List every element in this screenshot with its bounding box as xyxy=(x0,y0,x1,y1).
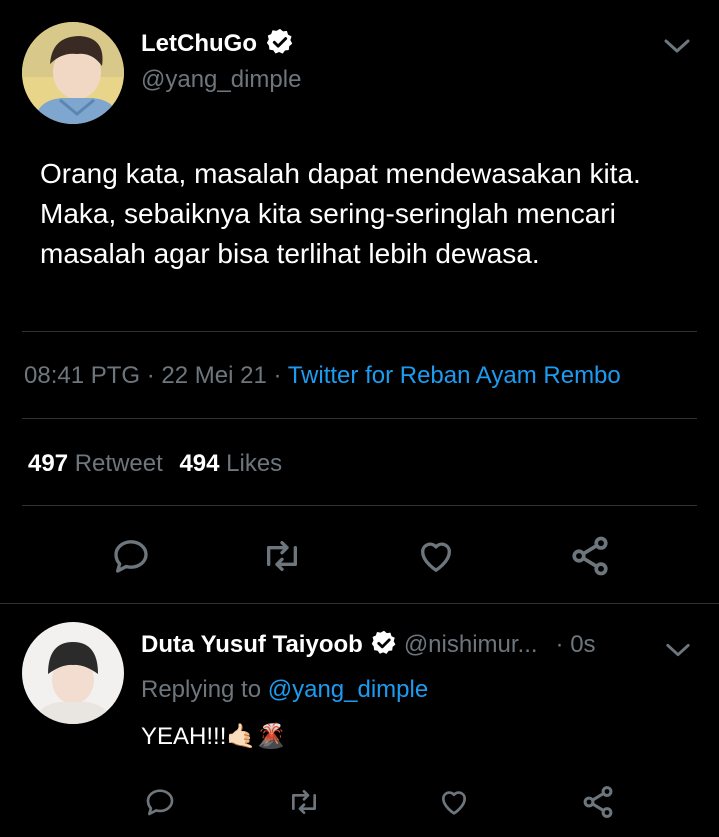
divider xyxy=(22,505,697,506)
replying-to-line: Replying to @yang_dimple xyxy=(141,676,428,704)
retweet-stat[interactable]: 497 Retweet xyxy=(28,450,169,477)
author-handle[interactable]: @yang_dimple xyxy=(141,66,301,94)
author-name-row: LetChuGo xyxy=(141,28,295,60)
retweet-icon[interactable] xyxy=(286,786,322,818)
share-icon[interactable] xyxy=(580,784,616,820)
likes-count: 494 xyxy=(179,450,220,477)
chevron-down-icon[interactable] xyxy=(662,36,692,56)
likes-stat[interactable]: 494 Likes xyxy=(179,450,282,477)
retweet-icon[interactable] xyxy=(260,536,304,576)
retweet-count: 497 xyxy=(28,450,69,477)
chevron-down-icon[interactable] xyxy=(664,640,692,660)
tweet-text: Orang kata, masalah dapat mendewasakan k… xyxy=(40,158,641,269)
retweet-label: Retweet xyxy=(74,450,163,477)
likes-label: Likes xyxy=(226,450,283,477)
reply-author-handle[interactable]: @nishimur... xyxy=(404,631,538,659)
meta-separator: · xyxy=(146,362,155,389)
share-icon[interactable] xyxy=(568,534,612,578)
reply-text: YEAH!!! xyxy=(141,723,227,750)
tweet-time[interactable]: 08:41 PTG xyxy=(24,362,140,389)
reply-author-name[interactable]: Duta Yusuf Taiyoob xyxy=(141,631,363,659)
like-icon[interactable] xyxy=(437,786,471,818)
reply-icon[interactable] xyxy=(144,786,176,818)
reply-time[interactable]: · 0s xyxy=(556,631,596,659)
verified-icon xyxy=(370,629,398,662)
meta-separator: · xyxy=(273,362,282,389)
reply-header: Duta Yusuf Taiyoob @nishimur... · 0s xyxy=(141,628,596,662)
divider xyxy=(0,603,719,604)
reply-icon[interactable] xyxy=(111,536,151,576)
reply-avatar[interactable] xyxy=(22,622,124,724)
reply-emojis: 🤙🏻🌋 xyxy=(226,723,287,750)
verified-icon xyxy=(265,27,295,62)
author-name[interactable]: LetChuGo xyxy=(141,30,257,58)
replying-to-label: Replying to xyxy=(141,676,262,703)
tweet-source-link[interactable]: Twitter for Reban Ayam Rembo xyxy=(288,362,621,389)
like-icon[interactable] xyxy=(415,536,457,576)
tweet-date[interactable]: 22 Mei 21 xyxy=(161,362,266,389)
avatar[interactable] xyxy=(22,22,124,124)
divider xyxy=(22,331,697,332)
reply-text-row: YEAH!!!🤙🏻🌋 xyxy=(141,722,286,751)
replying-to-handle[interactable]: @yang_dimple xyxy=(268,676,428,703)
tweet-meta: 08:41 PTG · 22 Mei 21 · Twitter for Reba… xyxy=(24,362,621,390)
divider xyxy=(22,418,697,419)
tweet-stats: 497 Retweet 494 Likes xyxy=(28,450,282,478)
